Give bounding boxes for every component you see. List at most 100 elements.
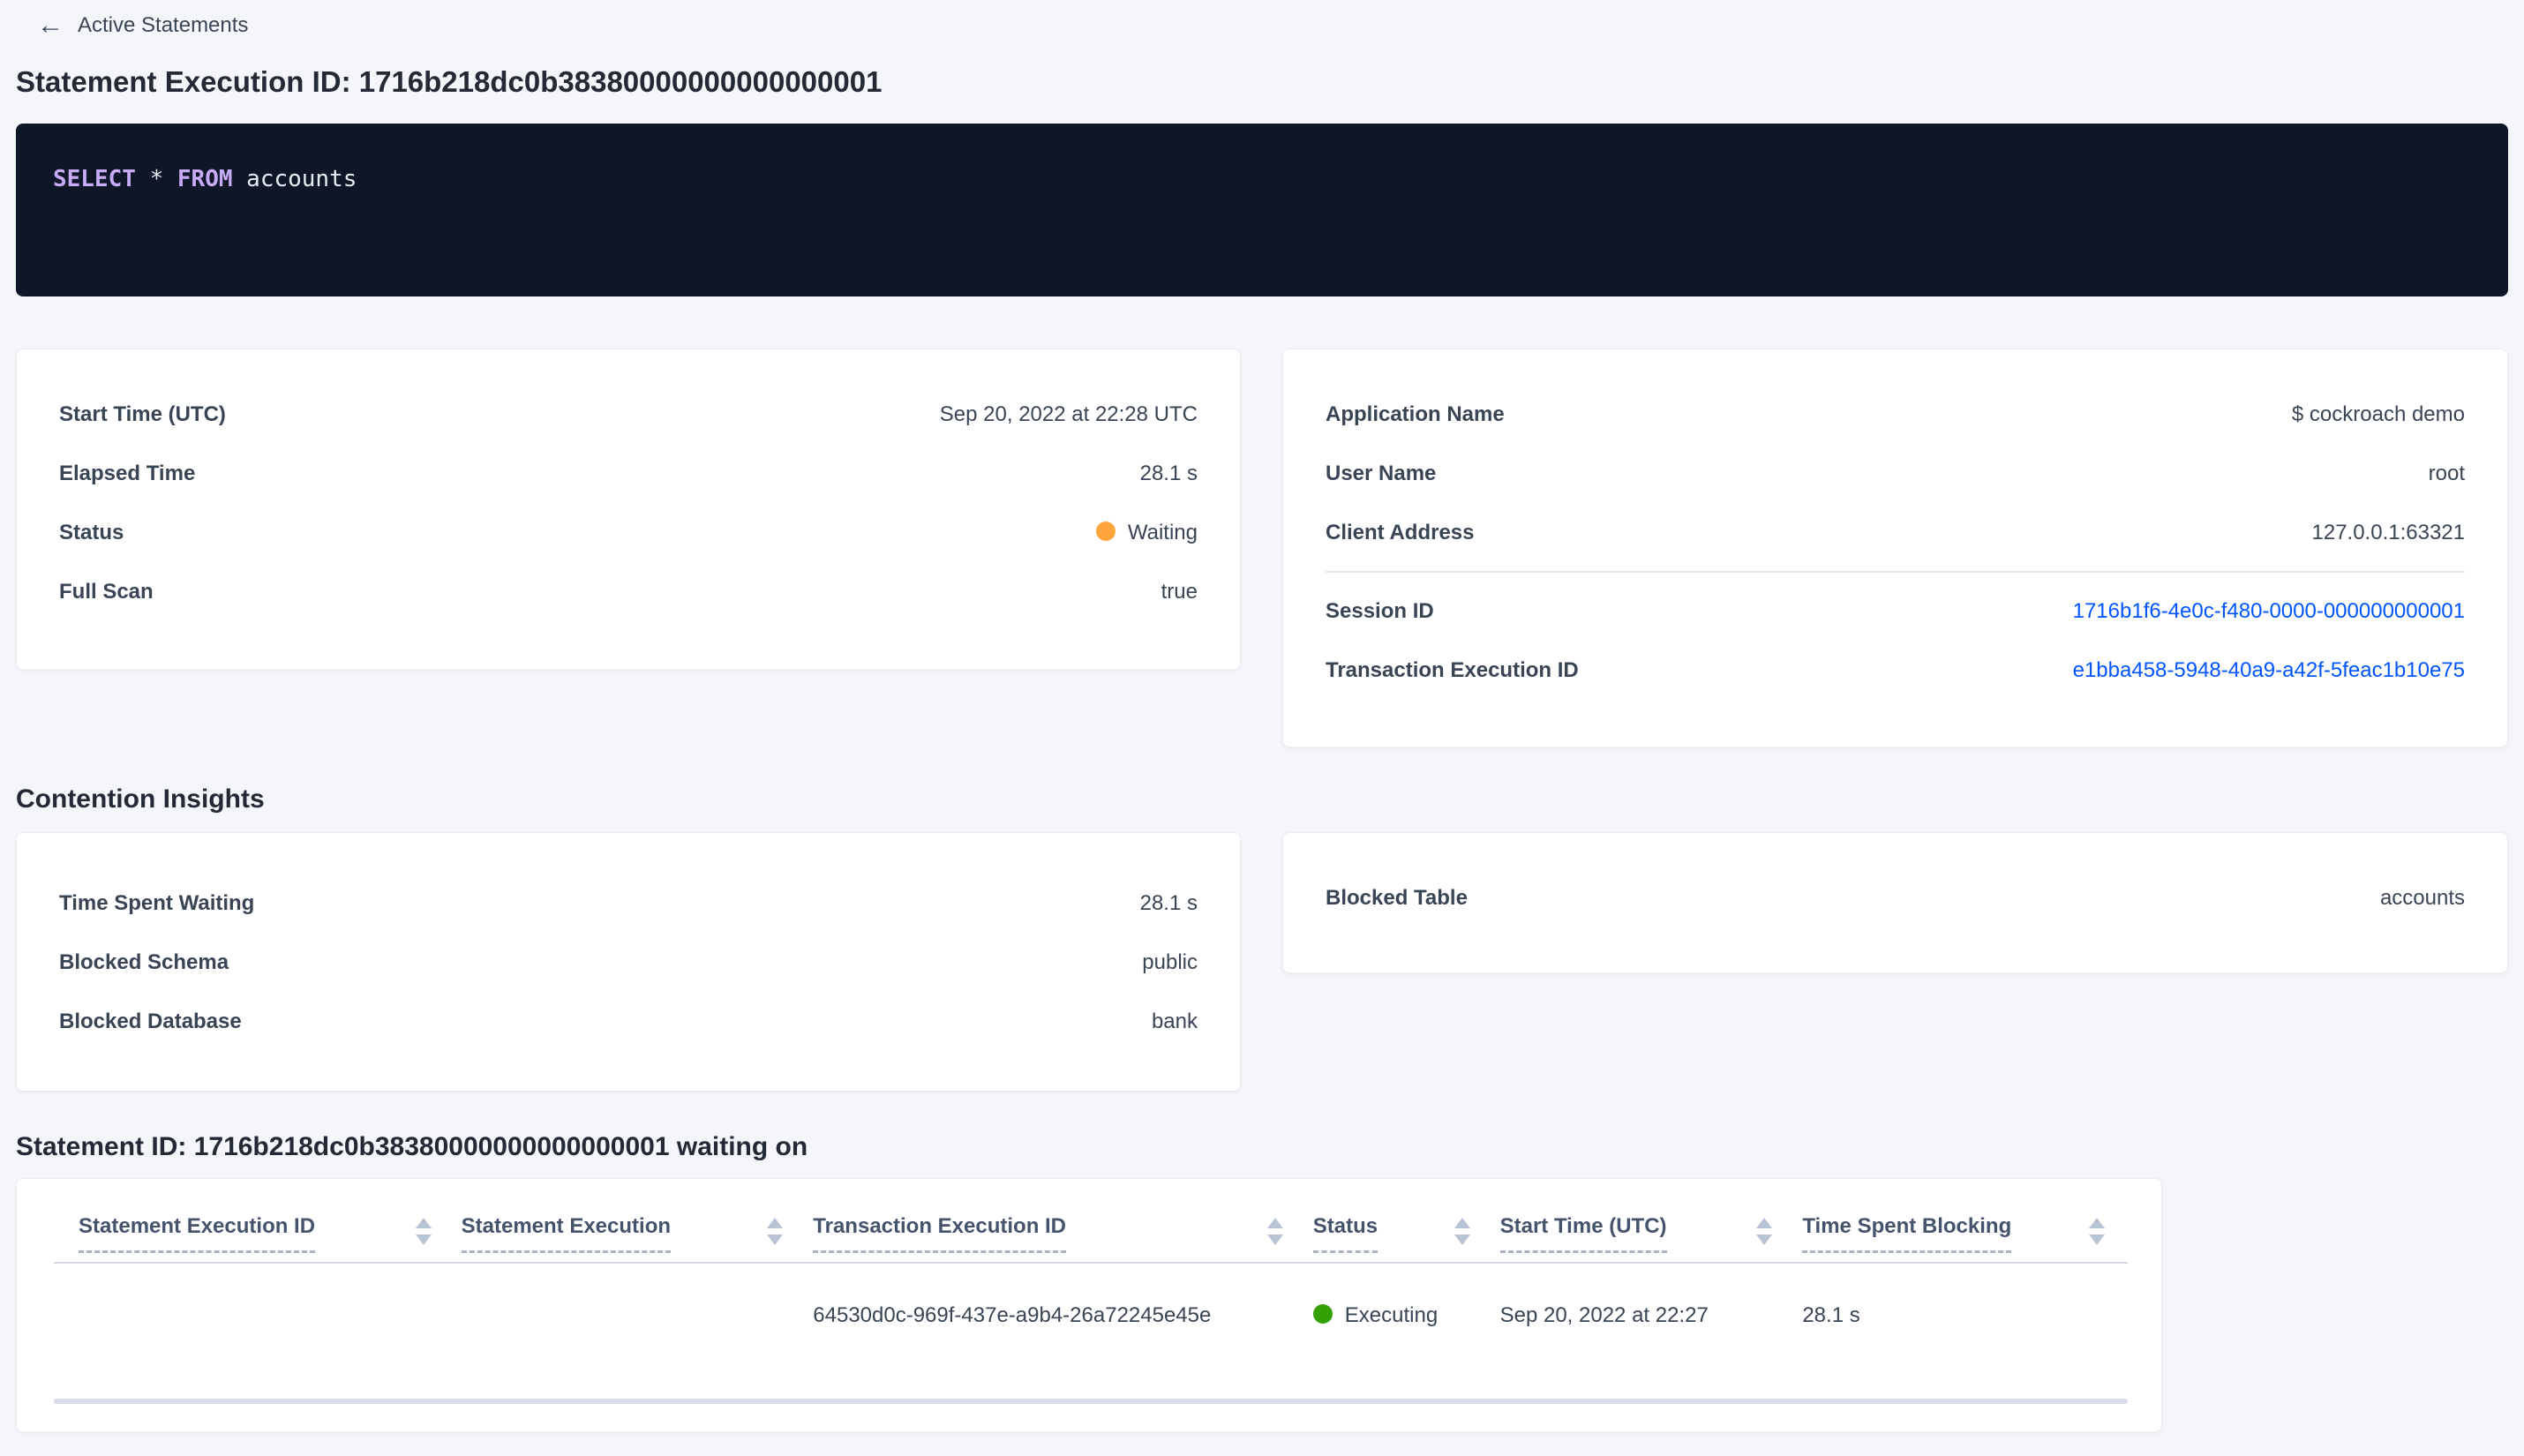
session-card-divider: [1326, 571, 2465, 573]
user-name-value: root: [2428, 461, 2465, 485]
blocked-database-value: bank: [1151, 1009, 1198, 1033]
page-title: Statement Execution ID: 1716b218dc0b3838…: [16, 65, 883, 98]
sql-star: *: [135, 166, 177, 192]
time-spent-waiting-label: Time Spent Waiting: [59, 890, 255, 915]
cell-start-time: Sep 20, 2022 at 22:27: [1499, 1303, 1709, 1327]
cell-time-spent-blocking: 28.1 s: [1802, 1303, 1860, 1327]
sort-icon[interactable]: [2088, 1218, 2105, 1245]
waiting-on-heading: Statement ID: 1716b218dc0b38380000000000…: [16, 1132, 808, 1161]
blocked-table-row: Blocked Table accounts: [1326, 868, 2465, 927]
waiting-table-header: Statement Execution ID Statement Executi…: [17, 1179, 2161, 1253]
blocked-table-value: accounts: [2379, 885, 2465, 910]
sort-desc-icon: [767, 1235, 784, 1245]
start-time-label: Start Time (UTC): [59, 402, 226, 426]
sort-icon[interactable]: [1756, 1218, 1773, 1245]
status-row: Status Waiting: [59, 503, 1198, 562]
transaction-execution-id-row: Transaction Execution ID e1bba458-5948-4…: [1326, 641, 2465, 700]
sort-desc-icon: [415, 1235, 432, 1245]
blocked-database-row: Blocked Database bank: [59, 992, 1198, 1051]
client-address-row: Client Address 127.0.0.1:63321: [1326, 503, 2465, 562]
sql-table-name: accounts: [232, 166, 357, 192]
statement-execution-page: ← Active Statements Statement Execution …: [0, 0, 2524, 1432]
application-name-value: $ cockroach demo: [2291, 402, 2465, 426]
column-header-start-time[interactable]: Start Time (UTC): [1499, 1214, 1803, 1253]
elapsed-time-label: Elapsed Time: [59, 461, 196, 485]
application-name-label: Application Name: [1326, 402, 1505, 426]
time-spent-waiting-value: 28.1 s: [1139, 890, 1198, 915]
full-scan-row: Full Scan true: [59, 562, 1198, 621]
user-name-row: User Name root: [1326, 444, 2465, 503]
blocked-schema-row: Blocked Schema public: [59, 933, 1198, 992]
column-header-statement-execution-id-label[interactable]: Statement Execution ID: [79, 1214, 316, 1253]
sort-asc-icon: [415, 1218, 432, 1228]
column-header-time-spent-blocking-label[interactable]: Time Spent Blocking: [1802, 1214, 2012, 1253]
executing-status-dot-icon: [1312, 1304, 1333, 1324]
session-id-row: Session ID 1716b1f6-4e0c-f480-0000-00000…: [1326, 582, 2465, 641]
blocked-table-card: Blocked Table accounts: [1282, 832, 2508, 973]
back-arrow-icon: ←: [37, 11, 64, 40]
execution-overview-card: Start Time (UTC) Sep 20, 2022 at 22:28 U…: [16, 349, 1241, 670]
contention-insights-heading: Contention Insights: [16, 784, 265, 814]
user-name-label: User Name: [1326, 461, 1437, 485]
sort-asc-icon: [2088, 1218, 2105, 1228]
transaction-execution-id-link[interactable]: e1bba458-5948-40a9-a42f-5feac1b10e75: [2073, 658, 2465, 683]
sort-asc-icon: [1756, 1218, 1773, 1228]
transaction-execution-id-label: Transaction Execution ID: [1326, 657, 1579, 682]
session-details-card: Application Name $ cockroach demo User N…: [1282, 349, 2508, 747]
application-name-row: Application Name $ cockroach demo: [1326, 385, 2465, 444]
column-header-status[interactable]: Status: [1312, 1214, 1500, 1253]
time-spent-waiting-row: Time Spent Waiting 28.1 s: [59, 874, 1198, 933]
waiting-statements-table-card: Statement Execution ID Statement Executi…: [16, 1178, 2162, 1432]
client-address-label: Client Address: [1326, 520, 1475, 544]
column-header-start-time-label[interactable]: Start Time (UTC): [1499, 1214, 1667, 1253]
sort-desc-icon: [1266, 1235, 1283, 1245]
sort-icon[interactable]: [767, 1218, 784, 1245]
back-link-label[interactable]: Active Statements: [78, 13, 248, 38]
sort-icon[interactable]: [415, 1218, 432, 1245]
waiting-status-dot-icon: [1095, 521, 1116, 541]
overview-cards-row: Start Time (UTC) Sep 20, 2022 at 22:28 U…: [16, 349, 2508, 747]
blocked-schema-value: public: [1142, 949, 1198, 974]
full-scan-value: true: [1161, 579, 1198, 604]
sql-keyword-from: FROM: [177, 166, 233, 192]
blocked-schema-label: Blocked Schema: [59, 949, 229, 974]
status-value: Waiting: [1095, 520, 1198, 545]
sql-statement-box: SELECT * FROM accounts: [16, 124, 2508, 296]
sort-asc-icon: [1266, 1218, 1283, 1228]
sort-asc-icon: [767, 1218, 784, 1228]
sort-icon[interactable]: [1266, 1218, 1283, 1245]
full-scan-label: Full Scan: [59, 579, 154, 604]
start-time-row: Start Time (UTC) Sep 20, 2022 at 22:28 U…: [59, 385, 1198, 444]
back-link[interactable]: ← Active Statements: [16, 0, 2508, 39]
column-header-transaction-execution-id[interactable]: Transaction Execution ID: [813, 1214, 1313, 1253]
elapsed-time-row: Elapsed Time 28.1 s: [59, 444, 1198, 503]
sort-icon[interactable]: [1454, 1218, 1470, 1245]
elapsed-time-value: 28.1 s: [1139, 461, 1198, 485]
cell-transaction-execution-id: 64530d0c-969f-437e-a9b4-26a72245e45e: [813, 1303, 1212, 1327]
sort-desc-icon: [1756, 1235, 1773, 1245]
column-header-status-label[interactable]: Status: [1312, 1214, 1378, 1253]
column-header-statement-execution-label[interactable]: Statement Execution: [461, 1214, 672, 1253]
cell-status: Executing: [1312, 1303, 1500, 1328]
session-id-label: Session ID: [1326, 598, 1434, 623]
contention-details-card: Time Spent Waiting 28.1 s Blocked Schema…: [16, 832, 1241, 1092]
status-badge: Waiting: [1127, 520, 1198, 544]
session-id-link[interactable]: 1716b1f6-4e0c-f480-0000-000000000001: [2073, 599, 2465, 624]
sql-keyword-select: SELECT: [53, 166, 136, 192]
client-address-value: 127.0.0.1:63321: [2311, 520, 2466, 544]
column-header-statement-execution[interactable]: Statement Execution: [461, 1214, 814, 1253]
sort-desc-icon: [2088, 1235, 2105, 1245]
table-row: 64530d0c-969f-437e-a9b4-26a72245e45e Exe…: [17, 1264, 2161, 1368]
column-header-statement-execution-id[interactable]: Statement Execution ID: [79, 1214, 462, 1253]
start-time-value: Sep 20, 2022 at 22:28 UTC: [939, 402, 1198, 426]
status-label: Status: [59, 520, 124, 544]
cell-status-badge: Executing: [1344, 1303, 1439, 1327]
column-header-time-spent-blocking[interactable]: Time Spent Blocking: [1802, 1214, 2161, 1253]
blocked-table-label: Blocked Table: [1326, 885, 1468, 910]
sort-desc-icon: [1454, 1235, 1470, 1245]
horizontal-scrollbar[interactable]: [54, 1399, 2128, 1404]
blocked-database-label: Blocked Database: [59, 1009, 242, 1033]
sort-asc-icon: [1454, 1218, 1470, 1228]
column-header-transaction-execution-id-label[interactable]: Transaction Execution ID: [813, 1214, 1067, 1253]
contention-cards-row: Time Spent Waiting 28.1 s Blocked Schema…: [16, 832, 2508, 1092]
